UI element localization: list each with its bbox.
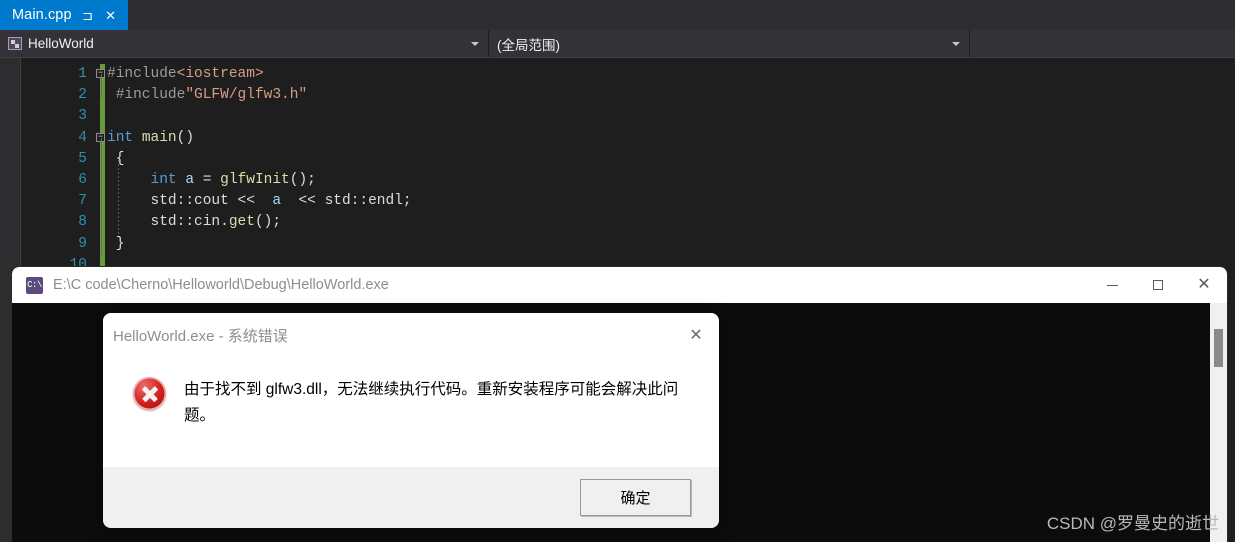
dialog-titlebar: HelloWorld.exe - 系统错误 ✕	[103, 313, 719, 357]
chevron-down-icon[interactable]	[952, 41, 960, 46]
system-error-dialog[interactable]: HelloWorld.exe - 系统错误 ✕ 由于找不到 glfw3.dll，…	[103, 313, 719, 528]
ok-button[interactable]: 确定	[580, 479, 691, 516]
code-token: ();	[289, 171, 316, 188]
dialog-title: HelloWorld.exe - 系统错误	[113, 327, 288, 345]
chevron-down-icon[interactable]	[471, 41, 479, 46]
code-token: "GLFW/glfw3.h"	[185, 87, 308, 104]
code-token: a	[263, 193, 290, 210]
screen-root: Main.cpp ⊐ ✕ HelloWorld (全局范围) 1 2 3 4 5…	[0, 0, 1235, 542]
code-token: .	[220, 214, 229, 231]
close-icon[interactable]: ✕	[104, 8, 118, 22]
dialog-message: 由于找不到 glfw3.dll，无法继续执行代码。重新安装程序可能会解决此问题。	[184, 381, 679, 424]
code-token: {	[107, 150, 125, 167]
code-line: std::cout << a << std::endl;	[107, 191, 1235, 212]
scrollbar-thumb[interactable]	[1214, 329, 1223, 367]
line-number: 4	[78, 129, 87, 146]
code-token: <<	[289, 193, 325, 210]
tab-label: Main.cpp	[12, 7, 72, 23]
code-token: glfwInit	[220, 171, 290, 188]
code-token: ()	[176, 129, 195, 146]
code-token: a	[185, 171, 195, 188]
line-number: 8	[78, 214, 87, 231]
code-token: int	[107, 129, 134, 146]
code-token: ;	[402, 193, 412, 210]
maximize-icon[interactable]	[1135, 267, 1181, 303]
line-number: 5	[78, 150, 87, 167]
console-scrollbar[interactable]	[1210, 303, 1227, 542]
navbar-filler	[970, 30, 1235, 57]
code-line: int a = glfwInit();	[107, 170, 1235, 191]
project-name-label: HelloWorld	[28, 36, 94, 51]
line-number: 3	[78, 108, 87, 125]
indent-guide-line	[118, 160, 119, 234]
dialog-content: 由于找不到 glfw3.dll，无法继续执行代码。重新安装程序可能会解决此问题。	[103, 357, 719, 467]
code-token: #include	[107, 66, 177, 82]
project-icon	[8, 37, 22, 50]
code-token: ();	[254, 214, 282, 231]
code-line: }	[107, 234, 1235, 255]
error-icon	[133, 377, 166, 410]
code-token: std::endl	[324, 193, 403, 210]
code-token: std::cout	[150, 193, 229, 210]
scope-label: (全局范围)	[497, 37, 560, 53]
code-line: #include"GLFW/glfw3.h"	[107, 85, 1235, 106]
code-line: − int main()	[96, 128, 1235, 149]
code-text-area[interactable]: − #include<iostream> #include"GLFW/glfw3.…	[96, 64, 1235, 276]
console-icon: C:\	[26, 276, 43, 294]
code-token: =	[194, 171, 221, 188]
code-token: <<	[228, 193, 264, 210]
window-controls: ✕	[1089, 267, 1227, 303]
editor-tabstrip: Main.cpp ⊐ ✕	[0, 0, 1235, 30]
line-number: 6	[78, 172, 87, 189]
close-icon[interactable]: ✕	[673, 313, 719, 357]
pin-icon[interactable]: ⊐	[81, 8, 95, 22]
line-number: 9	[78, 235, 87, 252]
project-scope-dropdown[interactable]: HelloWorld	[0, 30, 489, 57]
code-line: std::cin.get();	[107, 212, 1235, 233]
dialog-footer: 确定	[103, 467, 719, 528]
member-scope-dropdown[interactable]: (全局范围)	[489, 30, 970, 57]
tab-main-cpp[interactable]: Main.cpp ⊐ ✕	[0, 0, 128, 30]
console-title-label: E:\C code\Cherno\Helloworld\Debug\HelloW…	[53, 277, 389, 293]
code-token: int	[150, 171, 177, 188]
editor-navigation-bar: HelloWorld (全局范围)	[0, 30, 1235, 58]
code-token: get	[228, 214, 255, 231]
line-number: 1	[78, 66, 87, 82]
fold-guide-line	[101, 138, 102, 255]
console-titlebar[interactable]: C:\ E:\C code\Cherno\Helloworld\Debug\He…	[12, 267, 1227, 303]
code-token: <iostream>	[176, 66, 264, 82]
code-token: std::cin	[150, 214, 221, 231]
code-token: main	[141, 129, 177, 146]
fold-guide-line	[101, 74, 102, 98]
code-line: {	[107, 149, 1235, 170]
code-token: #include	[107, 87, 186, 104]
line-number: 7	[78, 193, 87, 210]
code-line: − #include<iostream>	[96, 64, 1235, 85]
code-token: }	[107, 235, 125, 252]
close-icon[interactable]: ✕	[1181, 267, 1227, 303]
minimize-icon[interactable]	[1089, 267, 1135, 303]
line-number: 2	[78, 87, 87, 104]
